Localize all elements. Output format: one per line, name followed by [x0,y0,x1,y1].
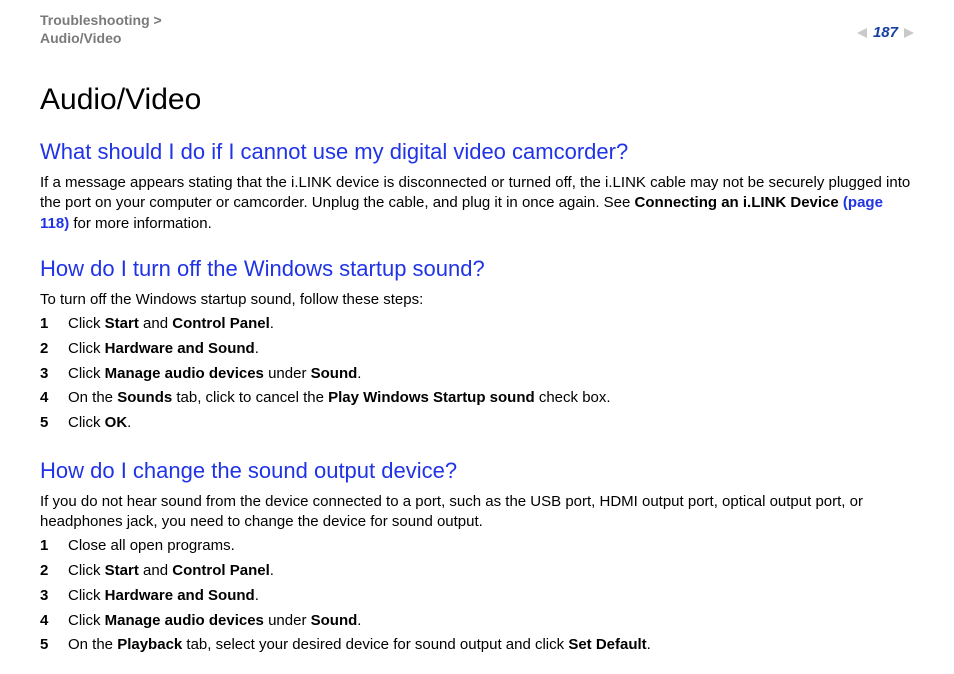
step-text: Click Hardware and Sound. [68,337,914,362]
step-bold-text: Sound [311,612,358,629]
step-text: Click Start and Control Panel. [68,559,914,584]
page-content: Audio/Video What should I do if I cannot… [40,47,914,658]
step-plain-text: On the [68,636,117,653]
step-plain-text: Click [68,587,105,604]
step-number: 2 [40,337,68,362]
step-number: 4 [40,386,68,411]
step-bold-text: Manage audio devices [105,612,264,629]
step-plain-text: Close all open programs. [68,537,235,554]
page-number: 187 [873,24,898,41]
step-item: 5Click OK. [40,411,914,436]
step-plain-text: under [264,365,311,382]
step-number: 3 [40,584,68,609]
step-plain-text: Click [68,365,105,382]
step-item: 4Click Manage audio devices under Sound. [40,609,914,634]
step-plain-text: . [127,414,131,431]
step-bold-text: Start [105,315,139,332]
step-item: 5On the Playback tab, select your desire… [40,633,914,658]
step-number: 4 [40,609,68,634]
page-title: Audio/Video [40,83,914,117]
step-plain-text: . [647,636,651,653]
step-item: 3Click Hardware and Sound. [40,584,914,609]
page-header: Troubleshooting > Audio/Video 187 [40,12,914,47]
step-plain-text: . [357,612,361,629]
step-bold-text: Start [105,562,139,579]
next-page-arrow-icon[interactable] [904,28,914,38]
step-text: On the Sounds tab, click to cancel the P… [68,386,914,411]
step-bold-text: Sounds [117,389,172,406]
step-plain-text: check box. [535,389,611,406]
breadcrumb-line1: Troubleshooting > [40,12,162,28]
section1-heading: What should I do if I cannot use my digi… [40,139,914,165]
step-plain-text: Click [68,340,105,357]
step-number: 2 [40,559,68,584]
page-number-nav: 187 [857,12,914,41]
step-plain-text: and [139,315,172,332]
step-plain-text: Click [68,315,105,332]
step-plain-text: under [264,612,311,629]
step-bold-text: Set Default [568,636,646,653]
step-bold-text: Control Panel [172,562,270,579]
step-plain-text: . [357,365,361,382]
step-text: Click Hardware and Sound. [68,584,914,609]
step-bold-text: Control Panel [172,315,270,332]
step-plain-text: . [255,340,259,357]
step-bold-text: Play Windows Startup sound [328,389,535,406]
step-item: 2Click Hardware and Sound. [40,337,914,362]
step-item: 1Close all open programs. [40,534,914,559]
step-bold-text: OK [105,414,128,431]
step-text: Click Manage audio devices under Sound. [68,609,914,634]
section2-intro: To turn off the Windows startup sound, f… [40,290,914,310]
step-plain-text: and [139,562,172,579]
step-bold-text: Sound [311,365,358,382]
step-plain-text: Click [68,414,105,431]
step-plain-text: tab, click to cancel the [172,389,328,406]
step-text: Close all open programs. [68,534,914,559]
step-item: 2Click Start and Control Panel. [40,559,914,584]
step-number: 5 [40,633,68,658]
step-bold-text: Hardware and Sound [105,340,255,357]
step-plain-text: . [255,587,259,604]
step-number: 1 [40,312,68,337]
step-text: Click OK. [68,411,914,436]
section3-steps: 1Close all open programs.2Click Start an… [40,534,914,658]
step-number: 5 [40,411,68,436]
section3-heading: How do I change the sound output device? [40,458,914,484]
step-text: On the Playback tab, select your desired… [68,633,914,658]
step-number: 3 [40,362,68,387]
step-bold-text: Playback [117,636,182,653]
step-plain-text: On the [68,389,117,406]
step-text: Click Start and Control Panel. [68,312,914,337]
section1-paragraph: If a message appears stating that the i.… [40,173,914,234]
step-plain-text: Click [68,612,105,629]
step-plain-text: . [270,315,274,332]
step-text: Click Manage audio devices under Sound. [68,362,914,387]
prev-page-arrow-icon[interactable] [857,28,867,38]
section1-text-post: for more information. [69,215,212,232]
step-item: 1Click Start and Control Panel. [40,312,914,337]
step-item: 4On the Sounds tab, click to cancel the … [40,386,914,411]
step-plain-text: . [270,562,274,579]
section1-text-bold: Connecting an i.LINK Device [635,194,843,211]
breadcrumb-line2: Audio/Video [40,30,121,46]
section2-heading: How do I turn off the Windows startup so… [40,256,914,282]
step-bold-text: Manage audio devices [105,365,264,382]
step-bold-text: Hardware and Sound [105,587,255,604]
breadcrumb: Troubleshooting > Audio/Video [40,12,162,47]
step-number: 1 [40,534,68,559]
section3-intro: If you do not hear sound from the device… [40,492,914,533]
page-root: Troubleshooting > Audio/Video 187 Audio/… [0,0,954,674]
section2-steps: 1Click Start and Control Panel.2Click Ha… [40,312,914,436]
step-item: 3Click Manage audio devices under Sound. [40,362,914,387]
step-plain-text: tab, select your desired device for soun… [182,636,568,653]
step-plain-text: Click [68,562,105,579]
